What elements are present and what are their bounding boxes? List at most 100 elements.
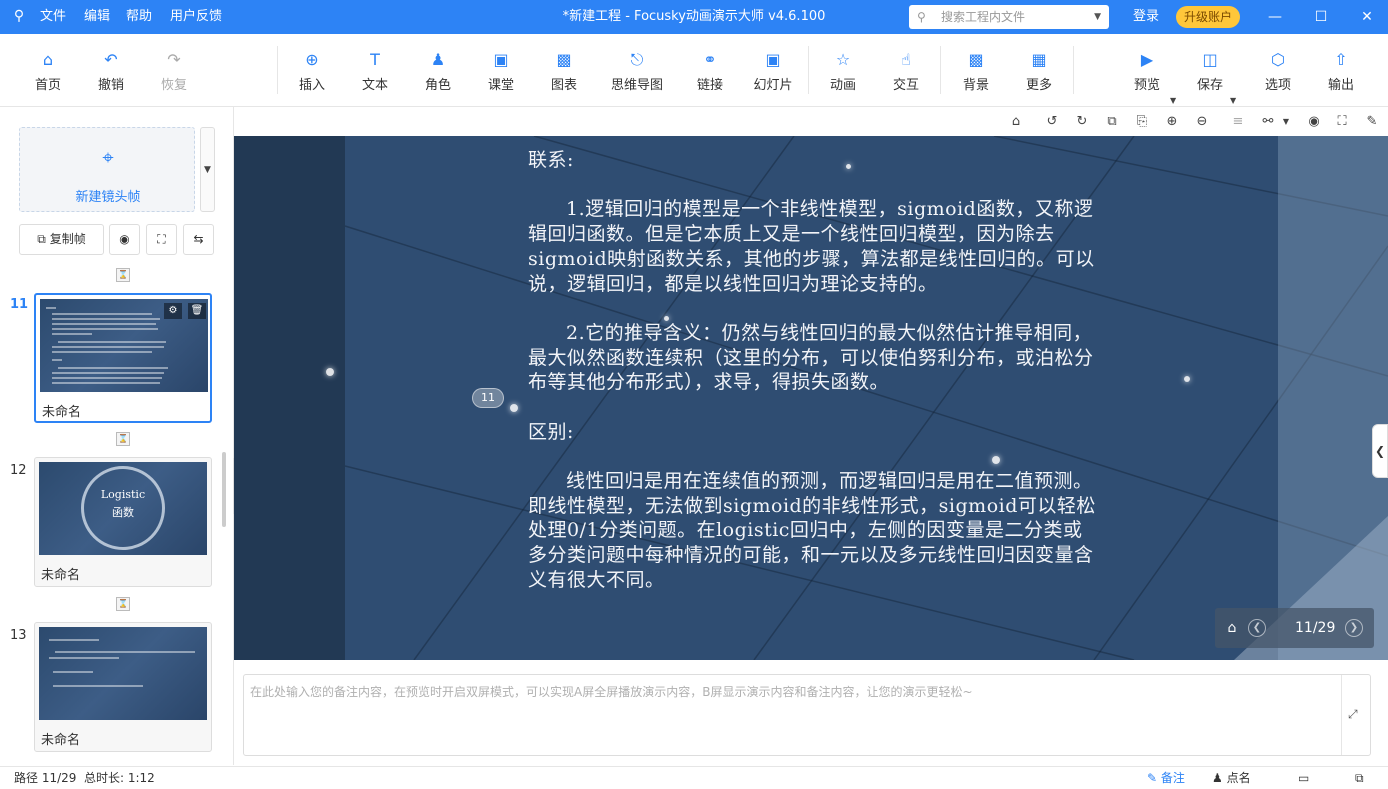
rotate-left-icon[interactable]: ↺	[1042, 112, 1062, 132]
reorder-icon: ⇆	[193, 232, 204, 246]
zoom-in-icon[interactable]: ⊕	[1162, 112, 1182, 132]
search-box[interactable]: ⚲ 搜索工程内文件 ▼	[909, 5, 1109, 29]
notes-input[interactable]	[244, 675, 1342, 755]
slide-thumbnail-12[interactable]: Logistic 函数 未命名	[34, 457, 212, 587]
screenshot-icon[interactable]: ◉	[1304, 112, 1324, 132]
mindmap-button[interactable]: ⎋ 思维导图	[607, 34, 667, 107]
menu-feedback[interactable]: 用户反馈	[170, 0, 222, 34]
search-icon: ⚲	[917, 10, 926, 24]
thumb-line	[52, 328, 158, 330]
more-label: 更多	[1025, 78, 1052, 93]
role-button[interactable]: ♟ 角色	[408, 34, 468, 107]
transition-icon[interactable]: ⌛	[116, 432, 130, 446]
preview-dropdown-icon[interactable]: ▼	[1170, 96, 1176, 105]
interact-label: 交互	[892, 78, 919, 93]
undo-button[interactable]: ↶ 撤销	[81, 34, 141, 107]
new-frame-dropdown-icon[interactable]: ▼	[200, 127, 215, 212]
slide-thumbnail-11[interactable]: ⚙ 🗑 未命名	[34, 293, 212, 423]
frame-sidebar: ⌖ 新建镜头帧 ▼ ⧉ 复制帧 ◉ ⛶ ⇆ ⌛ 11 ⚙ 🗑 未命名 ⌛ 12 …	[0, 107, 234, 765]
prev-page-icon[interactable]: ❮	[1248, 619, 1266, 637]
maximize-icon[interactable]: ☐	[1306, 0, 1336, 34]
classroom-button[interactable]: ▣ 课堂	[471, 34, 531, 107]
window-icon[interactable]: ⧉	[1355, 767, 1364, 789]
person-icon: ♟	[430, 50, 446, 69]
paragraph-2: 2.它的推导含义：仍然与线性回归的最大似然估计推导相同，最大似然函数连续积（这里…	[528, 321, 1094, 394]
rollcall-tab[interactable]: ♟ 点名	[1212, 767, 1251, 789]
fit-frame-button[interactable]: ⛶	[146, 224, 177, 255]
canvas-home-icon[interactable]: ⌂	[1006, 112, 1026, 132]
menu-file[interactable]: 文件	[40, 0, 66, 34]
background-button[interactable]: ▩ 背景	[946, 34, 1006, 107]
link-button[interactable]: ⚭ 链接	[680, 34, 740, 107]
next-page-icon[interactable]: ❯	[1345, 619, 1363, 637]
camera-button[interactable]: ◉	[109, 224, 140, 255]
export-label: 输出	[1327, 78, 1354, 93]
redo-button[interactable]: ↷ 恢复	[144, 34, 204, 107]
heading-difference: 区别:	[528, 420, 574, 443]
text-button[interactable]: T 文本	[345, 34, 405, 107]
delete-icon[interactable]: 🗑	[188, 303, 206, 319]
thumb-line	[52, 372, 164, 374]
notes-tab[interactable]: ✎ 备注	[1147, 767, 1185, 789]
slide-preview	[39, 627, 207, 720]
slide-text-block[interactable]: 联系: 1.逻辑回归的模型是一个非线性模型，sigmoid函数，又称逻辑回归函数…	[528, 148, 1098, 593]
home-button[interactable]: ⌂ 首页	[18, 34, 78, 107]
title-bar: ⚲ 文件 编辑 帮助 用户反馈 *新建工程 - Focusky动画演示大师 v4…	[0, 0, 1388, 34]
options-button[interactable]: ⬡ 选项	[1248, 34, 1308, 107]
save-dropdown-icon[interactable]: ▼	[1230, 96, 1236, 105]
step-number-badge[interactable]: 11	[472, 388, 504, 408]
home-icon[interactable]: ⌂	[1222, 618, 1242, 638]
expand-right-panel-icon[interactable]: ❮	[1372, 424, 1388, 478]
reorder-button[interactable]: ⇆	[183, 224, 214, 255]
close-icon[interactable]: ✕	[1352, 0, 1382, 34]
transition-icon[interactable]: ⌛	[116, 268, 130, 282]
paste-icon[interactable]: ⎘	[1132, 112, 1152, 132]
sidebar-scrollbar[interactable]	[222, 452, 226, 527]
lock-icon[interactable]: ⚯	[1258, 112, 1278, 132]
slide-preview: Logistic 函数	[39, 462, 207, 555]
rotate-right-icon[interactable]: ↻	[1072, 112, 1092, 132]
expand-icon[interactable]: ⤢	[1348, 707, 1362, 721]
align-icon[interactable]: ≡	[1228, 112, 1248, 132]
screen-icon[interactable]: ▭	[1298, 767, 1309, 789]
thumb-line	[52, 359, 62, 361]
login-button[interactable]: 登录	[1133, 0, 1159, 34]
star-icon: ☆	[835, 50, 851, 69]
thumb-line	[52, 333, 92, 335]
copy-icon[interactable]: ⧉	[1102, 112, 1122, 132]
copy-frame-button[interactable]: ⧉ 复制帧	[19, 224, 104, 255]
upgrade-button[interactable]: 升级账户	[1176, 6, 1240, 28]
export-button[interactable]: ⇧ 输出	[1311, 34, 1371, 107]
slide-canvas[interactable]: 联系: 1.逻辑回归的模型是一个非线性模型，sigmoid函数，又称逻辑回归函数…	[234, 136, 1388, 660]
menu-edit[interactable]: 编辑	[84, 0, 110, 34]
transition-icon[interactable]: ⌛	[116, 597, 130, 611]
zoom-out-icon[interactable]: ⊖	[1192, 112, 1212, 132]
thumb-line	[52, 313, 152, 315]
preview-button[interactable]: ▶ 预览	[1117, 34, 1177, 107]
undo-icon: ↶	[104, 50, 118, 69]
mindmap-icon: ⎋	[630, 50, 644, 69]
minimize-icon[interactable]: —	[1260, 0, 1290, 34]
search-dropdown-icon[interactable]: ▼	[1094, 5, 1101, 29]
hand-icon: ☝	[901, 50, 911, 69]
more-button[interactable]: ▦ 更多	[1009, 34, 1069, 107]
settings-icon[interactable]: ⚙	[164, 303, 182, 319]
animation-button[interactable]: ☆ 动画	[813, 34, 873, 107]
edit-icon[interactable]: ✎	[1362, 112, 1382, 132]
lock-dropdown-icon[interactable]: ▼	[1276, 112, 1296, 132]
new-frame-button[interactable]: ⌖ 新建镜头帧	[19, 127, 195, 212]
fit-frame-icon: ⛶	[157, 232, 166, 246]
thumb-line	[52, 377, 162, 379]
slide-thumbnail-13[interactable]: 未命名	[34, 622, 212, 752]
interact-button[interactable]: ☝ 交互	[876, 34, 936, 107]
crop-icon[interactable]: ⛶	[1332, 112, 1352, 132]
chart-button[interactable]: ▩ 图表	[534, 34, 594, 107]
redo-label: 恢复	[160, 78, 187, 93]
status-bar: 路径 11/29 总时长: 1:12 ✎ 备注 ♟ 点名 ▭ ⧉	[0, 766, 1388, 789]
menu-help[interactable]: 帮助	[126, 0, 152, 34]
insert-button[interactable]: ⊕ 插入	[282, 34, 342, 107]
slideshow-button[interactable]: ▣ 幻灯片	[743, 34, 803, 107]
